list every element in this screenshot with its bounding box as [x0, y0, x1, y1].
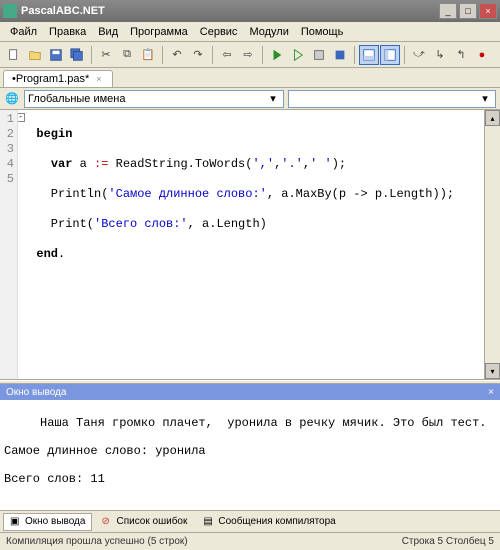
line-gutter: 1 2 3 4 5	[0, 110, 18, 379]
output-titlebar: Окно вывода ×	[0, 384, 500, 400]
status-left: Компиляция прошла успешно (5 строк)	[6, 536, 188, 547]
output-panel-icon[interactable]	[359, 45, 379, 65]
status-right: Строка 5 Столбец 5	[402, 536, 494, 547]
run-no-debug-icon[interactable]	[288, 45, 308, 65]
side-panel-icon[interactable]	[380, 45, 400, 65]
step-into-icon[interactable]: ↳	[430, 45, 450, 65]
tab-program1[interactable]: •Program1.pas* ×	[3, 70, 113, 87]
minimize-button[interactable]: _	[439, 3, 457, 19]
scroll-down-icon[interactable]: ▾	[485, 363, 500, 379]
globe-icon[interactable]: 🌐	[4, 91, 20, 107]
menu-service[interactable]: Сервис	[194, 24, 244, 40]
compile-icon[interactable]	[309, 45, 329, 65]
new-file-icon[interactable]	[4, 45, 24, 65]
menu-view[interactable]: Вид	[92, 24, 124, 40]
run-icon[interactable]	[267, 45, 287, 65]
save-icon[interactable]	[46, 45, 66, 65]
copy-icon[interactable]: ⧉	[117, 45, 137, 65]
tab-close-icon[interactable]: ×	[96, 74, 101, 84]
scroll-up-icon[interactable]: ▴	[485, 110, 500, 126]
nav-fwd-icon[interactable]: ⇨	[238, 45, 258, 65]
output-title: Окно вывода	[6, 387, 66, 398]
navbar: 🌐 Глобальные имена ▾ ▾	[0, 88, 500, 110]
breakpoint-icon[interactable]: ●	[472, 45, 492, 65]
toolbar: ✂ ⧉ 📋 ↶ ↷ ⇦ ⇨ ⤻ ↳ ↰ ●	[0, 42, 500, 68]
tabbar: •Program1.pas* ×	[0, 68, 500, 88]
menu-edit[interactable]: Правка	[43, 24, 92, 40]
open-file-icon[interactable]	[25, 45, 45, 65]
bottom-tabs: ▣ Окно вывода ⊘ Список ошибок ▤ Сообщени…	[0, 510, 500, 532]
code-area[interactable]: - begin var a := ReadString.ToWords(',',…	[18, 110, 484, 379]
cut-icon[interactable]: ✂	[96, 45, 116, 65]
code-editor[interactable]: 1 2 3 4 5 - begin var a := ReadString.To…	[0, 110, 500, 380]
chevron-down-icon: ▾	[266, 92, 280, 105]
maximize-button[interactable]: □	[459, 3, 477, 19]
scope-combo[interactable]: Глобальные имена ▾	[24, 90, 284, 108]
output-close-icon[interactable]: ×	[488, 387, 494, 398]
titlebar: PascalABC.NET _ □ ×	[0, 0, 500, 22]
fold-icon[interactable]: -	[18, 113, 25, 122]
window-title: PascalABC.NET	[21, 5, 437, 17]
menubar: Файл Правка Вид Программа Сервис Модули …	[0, 22, 500, 42]
app-icon	[3, 4, 17, 18]
menu-help[interactable]: Помощь	[295, 24, 350, 40]
editor-scrollbar[interactable]: ▴ ▾	[484, 110, 500, 379]
undo-icon[interactable]: ↶	[167, 45, 187, 65]
nav-back-icon[interactable]: ⇦	[217, 45, 237, 65]
chevron-down-icon: ▾	[478, 92, 492, 105]
save-all-icon[interactable]	[67, 45, 87, 65]
output-panel[interactable]: Наша Таня громко плачет, уронила в речку…	[0, 400, 500, 510]
menu-program[interactable]: Программа	[124, 24, 194, 40]
step-over-icon[interactable]: ⤻	[409, 45, 429, 65]
scope-combo-value: Глобальные имена	[28, 93, 126, 105]
status-bar: Компиляция прошла успешно (5 строк) Стро…	[0, 532, 500, 550]
paste-icon[interactable]: 📋	[138, 45, 158, 65]
menu-file[interactable]: Файл	[4, 24, 43, 40]
stop-icon[interactable]	[330, 45, 350, 65]
step-out-icon[interactable]: ↰	[451, 45, 471, 65]
redo-icon[interactable]: ↷	[188, 45, 208, 65]
member-combo[interactable]: ▾	[288, 90, 496, 108]
close-button[interactable]: ×	[479, 3, 497, 19]
menu-modules[interactable]: Модули	[243, 24, 294, 40]
tab-label: •Program1.pas*	[12, 73, 89, 85]
